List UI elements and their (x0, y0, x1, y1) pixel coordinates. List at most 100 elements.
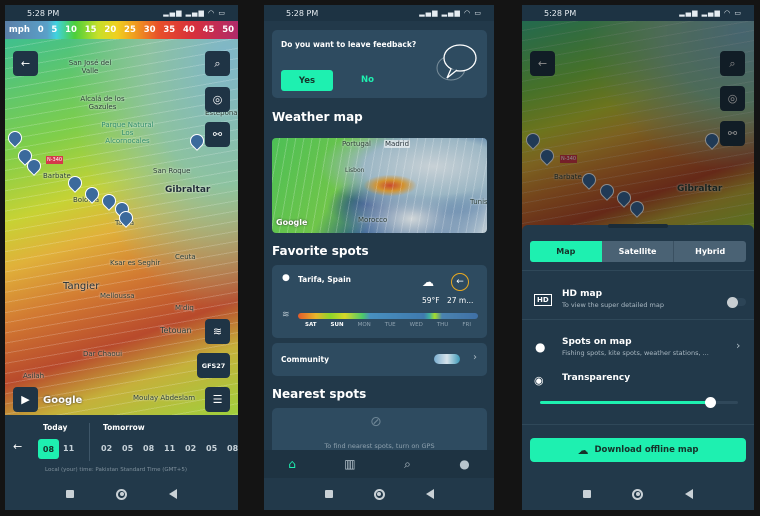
transparency-slider[interactable] (540, 396, 738, 408)
slider-thumb[interactable] (704, 396, 716, 408)
home-icon[interactable] (116, 488, 127, 500)
divider (522, 270, 754, 271)
hour[interactable]: 11 (164, 444, 185, 453)
arrow-left-icon: ← (20, 57, 31, 70)
home-icon[interactable] (632, 488, 644, 500)
community-label: Community (281, 355, 330, 364)
hd-map-subtitle: To view the super detailed map (562, 301, 664, 309)
back-icon[interactable] (425, 489, 434, 499)
chevron-right-icon[interactable]: › (736, 339, 740, 352)
hd-map-icon: HD (534, 294, 552, 306)
home-icon[interactable] (373, 488, 385, 500)
arrow-left-icon[interactable]: ← (13, 440, 22, 453)
speech-bubbles-icon (436, 44, 477, 81)
temperature: 59°F (422, 296, 440, 305)
weather-map-preview[interactable]: Portugal Madrid Lisbon Morocco Tunis Goo… (272, 138, 487, 233)
recents-icon[interactable] (582, 490, 591, 498)
play-button[interactable]: ▶ (13, 387, 38, 412)
hour[interactable]: 02 (101, 444, 122, 453)
tomorrow-label: Tomorrow (103, 423, 145, 432)
nodes-icon: ⚯ (212, 128, 223, 141)
locate-button[interactable]: ◎ (205, 87, 230, 112)
chevron-right-icon: › (473, 352, 477, 363)
status-time: 5:28 PM (286, 8, 319, 18)
forecast-days: SAT SUN MON TUE WED THU FRI (305, 322, 471, 328)
divider (89, 423, 90, 461)
map-label: Asilah (23, 372, 45, 380)
map-label: Portugal (342, 140, 371, 148)
status-bar: 5:28 PM ▂▄▆ ▂▄▆ ◠ ▭ (522, 5, 754, 21)
divider (522, 319, 754, 320)
map-label: Moulay Abdeslam (133, 394, 196, 402)
profile-tab-icon[interactable]: ● (459, 457, 469, 471)
drag-handle[interactable] (608, 224, 668, 228)
wind-icon: ≋ (282, 310, 290, 320)
spot-pin (579, 170, 599, 190)
search-icon: ⌕ (214, 56, 221, 70)
spot-name: Tarifa, Spain (298, 275, 352, 284)
search-tab-icon[interactable]: ⌕ (404, 457, 411, 472)
google-logo: Google (43, 395, 83, 406)
search-icon: ⌕ (720, 51, 745, 76)
wind-forecast-bar (298, 313, 478, 319)
yes-button[interactable]: Yes (281, 70, 333, 91)
model-button[interactable]: GFS27 (197, 353, 230, 378)
share-button[interactable]: ⚯ (205, 122, 230, 147)
hd-map-title: HD map (562, 289, 603, 299)
map-label: Tetouan (160, 326, 192, 335)
road-badge: N-340 (46, 156, 64, 164)
wind-layer-button[interactable]: ≋ (205, 319, 230, 344)
spots-title: Spots on map (562, 337, 632, 347)
slider-fill (540, 401, 711, 404)
crosshair-icon: ◎ (720, 86, 745, 111)
map-label: Morocco (358, 216, 388, 224)
settings-button[interactable]: ☰ (205, 387, 230, 412)
spot-pin[interactable] (5, 128, 25, 148)
location-pin-icon: ● (282, 273, 290, 283)
dimmed-map: Barbate Gibraltar N-340 ← ⌕ ◎ ⚯ (522, 21, 754, 231)
map-tab-icon[interactable]: ▥ (344, 457, 355, 471)
tab-satellite[interactable]: Satellite (602, 241, 675, 262)
spot-pin (702, 130, 722, 150)
map-label: Gibraltar (677, 184, 723, 194)
tab-map[interactable]: Map (530, 241, 602, 262)
hour-selected[interactable]: 08 (38, 439, 59, 459)
system-nav (5, 478, 238, 510)
favorite-spots-title: Favorite spots (272, 244, 369, 258)
spot-pin (597, 181, 617, 201)
hour[interactable]: 02 (185, 444, 206, 453)
back-icon[interactable] (685, 489, 694, 499)
recents-icon[interactable] (66, 490, 74, 498)
weather-map-title: Weather map (272, 110, 363, 124)
back-icon[interactable] (169, 489, 177, 499)
map-label: Melloussa (100, 292, 135, 300)
spots-on-map-row[interactable]: Spots on map Fishing spots, kite spots, w… (562, 337, 709, 357)
tab-hybrid[interactable]: Hybrid (674, 241, 746, 262)
hd-map-toggle[interactable] (727, 296, 746, 308)
back-button[interactable]: ← (13, 51, 38, 76)
map-label: Barbate (554, 173, 582, 181)
home-tab-icon[interactable]: ⌂ (288, 457, 296, 471)
gps-off-icon: ⊘ (370, 414, 382, 430)
status-time: 5:28 PM (544, 8, 577, 18)
system-nav (522, 478, 754, 510)
download-offline-map-button[interactable]: ☁ Download offline map (530, 438, 746, 462)
map-settings-sheet: Map Satellite Hybrid HD HD map To view th… (522, 224, 754, 478)
timeline: Today Tomorrow ← 08 11 02 05 08 11 02 05… (5, 415, 238, 478)
bottom-nav: ⌂ ▥ ⌕ ● (264, 450, 494, 478)
search-button[interactable]: ⌕ (205, 51, 230, 76)
recents-icon[interactable] (324, 490, 333, 498)
hour[interactable]: 08 (227, 444, 238, 453)
hour[interactable]: 05 (206, 444, 227, 453)
wind-map[interactable]: San José del Valle Alcalá de los Gazules… (5, 39, 238, 415)
hour[interactable]: 05 (122, 444, 143, 453)
hour[interactable]: 08 (143, 444, 164, 453)
spot-pin[interactable] (187, 131, 207, 151)
map-label: San José del Valle (68, 59, 112, 75)
no-button[interactable]: No (361, 75, 374, 85)
hour[interactable]: 11 (63, 444, 87, 453)
community-card[interactable]: Community › (272, 343, 487, 376)
divider (522, 424, 754, 425)
map-label: Gibraltar (165, 185, 211, 195)
favorite-spot-card[interactable]: ● Tarifa, Spain ☁ ← 59°F 27 m... ≋ SAT SU… (272, 265, 487, 338)
